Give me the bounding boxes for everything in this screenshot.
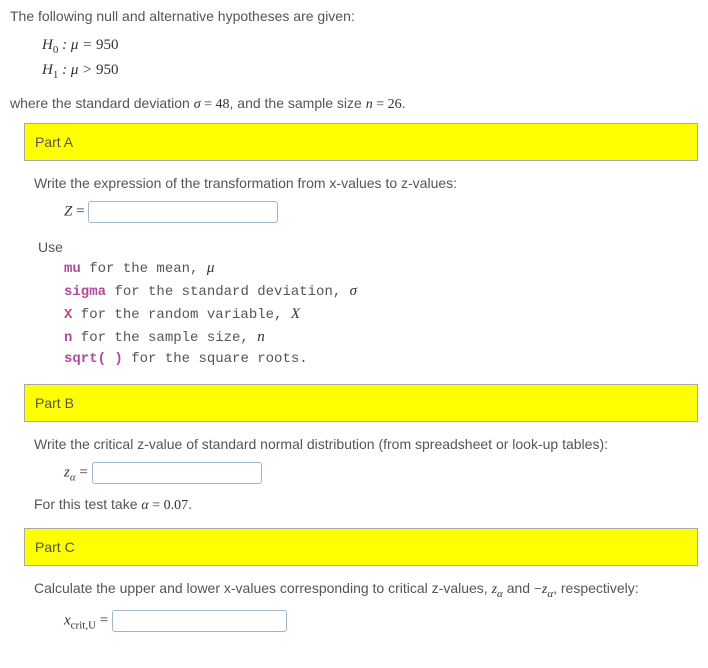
xcrit-sub: crit,U bbox=[71, 619, 96, 631]
part-c-body: Calculate the upper and lower x-values c… bbox=[24, 580, 698, 632]
h0-val: 950 bbox=[96, 37, 119, 53]
txt-n: for the sample size, bbox=[72, 330, 257, 346]
part-b-body: Write the critical z-value of standard n… bbox=[24, 436, 698, 514]
kw-sigma: sigma bbox=[64, 284, 106, 300]
kw-mu: mu bbox=[64, 261, 81, 277]
use-block: Use mu for the mean, μ sigma for the sta… bbox=[38, 239, 688, 370]
c-mid: and bbox=[503, 580, 534, 596]
xcrit-input[interactable] bbox=[112, 610, 287, 632]
c-neg: − bbox=[534, 582, 542, 597]
h1-mid: : μ > bbox=[58, 62, 96, 78]
n-sym: n bbox=[366, 97, 373, 112]
eq2: = bbox=[373, 97, 388, 112]
txt-x: for the random variable, bbox=[72, 307, 290, 323]
alpha-end: . bbox=[188, 496, 192, 512]
h0-line: H0 : μ = 950 bbox=[42, 34, 698, 59]
part-a-body: Write the expression of the transformati… bbox=[24, 175, 698, 370]
part-b-prompt: Write the critical z-value of standard n… bbox=[34, 436, 688, 452]
h1-line: H1 : μ > 950 bbox=[42, 59, 698, 84]
code-line-n: n for the sample size, n bbox=[64, 326, 688, 349]
sym-n: n bbox=[257, 329, 265, 345]
kw-sqrt-open: sqrt( bbox=[64, 351, 106, 367]
alpha-pre: For this test take bbox=[34, 496, 141, 512]
txt-sigma: for the standard deviation, bbox=[106, 284, 350, 300]
where-mid: , and the sample size bbox=[230, 95, 366, 111]
h1-val: 950 bbox=[96, 62, 119, 78]
zalpha-row: zα = bbox=[64, 462, 688, 484]
c-pre: Calculate the upper and lower x-values c… bbox=[34, 580, 492, 596]
zalpha-input[interactable] bbox=[92, 462, 262, 484]
c-end: , respectively: bbox=[553, 580, 639, 596]
alpha-line: For this test take α = 0.07. bbox=[34, 496, 688, 514]
where-end: . bbox=[402, 95, 406, 111]
sigma-val: 48 bbox=[216, 97, 230, 112]
code-line-mu: mu for the mean, μ bbox=[64, 257, 688, 280]
use-title: Use bbox=[38, 239, 688, 255]
h0-H: H bbox=[42, 37, 53, 53]
hypotheses-block: H0 : μ = 950 H1 : μ > 950 bbox=[42, 34, 698, 83]
code-lines: mu for the mean, μ sigma for the standar… bbox=[64, 257, 688, 370]
txt-mu: for the mean, bbox=[81, 261, 207, 277]
z-expr-row: Z = bbox=[64, 201, 688, 223]
sym-sigma: σ bbox=[350, 283, 357, 299]
part-a-prompt: Write the expression of the transformati… bbox=[34, 175, 688, 191]
part-a-header: Part A bbox=[24, 123, 698, 161]
where-line: where the standard deviation σ = 48, and… bbox=[10, 95, 698, 113]
alpha-val: 0.07 bbox=[164, 498, 189, 513]
h0-mid: : μ = bbox=[58, 37, 96, 53]
xcrit-row: xcrit,U = bbox=[64, 610, 688, 632]
sym-x: X bbox=[291, 306, 300, 322]
kw-sqrt-close: ) bbox=[114, 351, 122, 367]
part-c-prompt: Calculate the upper and lower x-values c… bbox=[34, 580, 688, 600]
part-c-header: Part C bbox=[24, 528, 698, 566]
alpha-sym: α bbox=[141, 498, 148, 513]
where-pre: where the standard deviation bbox=[10, 95, 194, 111]
z-input[interactable] bbox=[88, 201, 278, 223]
sym-mu: μ bbox=[207, 260, 215, 276]
xcrit-eq: = bbox=[96, 612, 112, 628]
code-line-sqrt: sqrt( ) for the square roots. bbox=[64, 349, 688, 370]
alpha-eq: = bbox=[149, 498, 164, 513]
txt-sqrt: for the square roots. bbox=[123, 351, 308, 367]
n-val: 26 bbox=[388, 97, 402, 112]
zalpha-eq: = bbox=[76, 464, 92, 480]
xcrit-x: x bbox=[64, 612, 71, 628]
part-b-header: Part B bbox=[24, 384, 698, 422]
intro-text: The following null and alternative hypot… bbox=[10, 8, 698, 24]
code-line-sigma: sigma for the standard deviation, σ bbox=[64, 280, 688, 303]
z-eq: = bbox=[72, 203, 88, 219]
eq1: = bbox=[201, 97, 216, 112]
code-line-x: X for the random variable, X bbox=[64, 303, 688, 326]
sigma-sym: σ bbox=[194, 97, 201, 112]
h1-H: H bbox=[42, 62, 53, 78]
